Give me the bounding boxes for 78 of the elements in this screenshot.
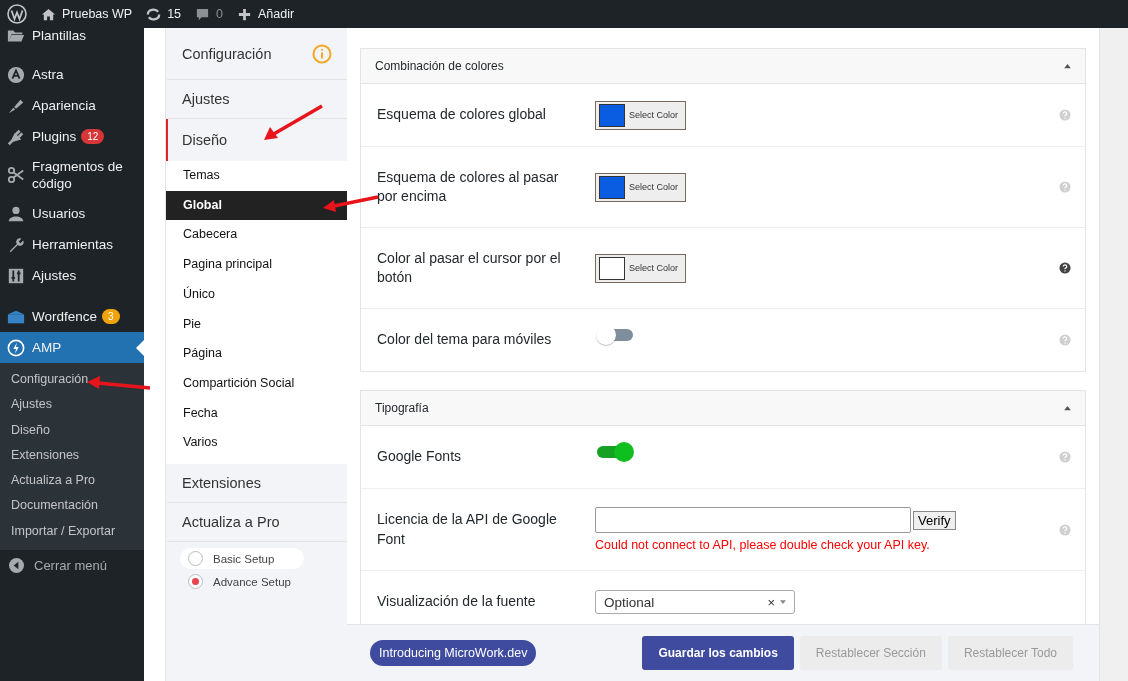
- count-badge: 12: [81, 129, 105, 144]
- color-picker-button[interactable]: Select Color: [595, 172, 686, 202]
- toggle-switch[interactable]: [595, 324, 635, 346]
- wordpress-logo-icon[interactable]: [7, 4, 27, 24]
- count-badge: 3: [102, 309, 120, 324]
- field-label: Esquema de colores global: [377, 105, 547, 125]
- sidebar-item[interactable]: Usuarios: [0, 198, 144, 229]
- options-subsection-item[interactable]: Pagina principal: [166, 250, 347, 280]
- sliders-icon: [7, 266, 25, 285]
- wrench-icon: [7, 235, 25, 254]
- options-subsection-item[interactable]: Pie: [166, 309, 347, 340]
- sidebar-item[interactable]: Astra: [0, 59, 144, 90]
- annotation-arrow: [86, 376, 152, 392]
- annotation-arrow: [322, 194, 380, 214]
- radio-button[interactable]: [188, 574, 203, 590]
- submenu-item[interactable]: Actualiza a Pro: [0, 468, 144, 494]
- field-label: Licencia de la API de Google Font: [377, 510, 558, 549]
- options-subsection-item[interactable]: Temas: [166, 161, 347, 191]
- options-subsection-item[interactable]: Cabecera: [166, 220, 347, 251]
- bolt-icon: [7, 338, 25, 357]
- sidebar-item[interactable]: Apariencia: [0, 90, 144, 121]
- field-label: Visualización de la fuente: [377, 592, 537, 612]
- submenu-item[interactable]: Configuración: [0, 367, 144, 393]
- collapse-menu-button[interactable]: Cerrar menú: [0, 550, 144, 582]
- api-key-input[interactable]: [595, 507, 911, 533]
- options-subsection-item[interactable]: Compartición Social: [166, 368, 347, 399]
- info-icon: [312, 43, 332, 64]
- sidebar-item[interactable]: Herramientas: [0, 229, 144, 260]
- annotation-arrow: [262, 103, 326, 143]
- toggle-switch[interactable]: [595, 441, 635, 463]
- new-link[interactable]: Añadir: [237, 6, 295, 22]
- radio-button[interactable]: [188, 551, 203, 567]
- submenu-item[interactable]: Documentación: [0, 493, 144, 519]
- dropdown-caret-icon: [780, 600, 786, 604]
- panel-title: Combinación de colores: [375, 59, 504, 73]
- verify-button[interactable]: Verify: [913, 510, 956, 530]
- submenu-item[interactable]: Importar / Exportar: [0, 518, 144, 545]
- plus-icon: [237, 6, 253, 22]
- color-picker-button[interactable]: Select Color: [595, 253, 686, 283]
- save-button[interactable]: Guardar los cambios: [642, 636, 794, 670]
- field-label: Color del tema para móviles: [377, 330, 553, 350]
- sidebar-item[interactable]: Plugins 12: [0, 121, 144, 152]
- options-subsection-item[interactable]: Global: [166, 190, 347, 221]
- sidebar-item[interactable]: Fragmentos de código: [0, 152, 144, 198]
- sidebar-item[interactable]: Plantillas: [0, 26, 144, 59]
- options-subsection-item[interactable]: Único: [166, 279, 347, 310]
- promo-button[interactable]: Introducing MicroWork.dev: [370, 640, 537, 666]
- submenu-item[interactable]: Ajustes: [0, 392, 144, 418]
- options-subsection-item[interactable]: Página: [166, 339, 347, 369]
- options-subsection-item[interactable]: Varios: [166, 428, 347, 459]
- panel-title: Tipografía: [375, 401, 429, 415]
- updates-link[interactable]: 15: [146, 6, 182, 22]
- setup-radio-option[interactable]: Advance Setup: [180, 571, 304, 593]
- panel-header[interactable]: Tipografía: [361, 391, 1085, 426]
- panel-header[interactable]: Combinación de colores: [361, 49, 1085, 84]
- submenu-item[interactable]: Extensiones: [0, 442, 144, 469]
- setup-radio-option[interactable]: Basic Setup: [180, 548, 304, 570]
- options-subsection-item[interactable]: Fecha: [166, 398, 347, 429]
- comment-icon: [195, 6, 211, 22]
- font-display-select[interactable]: Optional ×: [595, 590, 795, 614]
- home-icon: [41, 6, 56, 22]
- sidebar-item[interactable]: AMP: [0, 332, 144, 363]
- field-label: Esquema de colores al pasar por encima: [377, 167, 560, 206]
- sidebar-item[interactable]: Ajustes: [0, 260, 144, 291]
- user-icon: [7, 204, 25, 223]
- submenu-item[interactable]: Diseño: [0, 417, 144, 443]
- field-label: Google Fonts: [377, 447, 463, 467]
- plug-icon: [7, 127, 25, 146]
- sidebar-item[interactable]: Wordfence 3: [0, 301, 144, 332]
- site-link[interactable]: Pruebas WP: [41, 6, 133, 22]
- refresh-icon: [146, 6, 162, 22]
- field-label: Color al pasar el cursor por el botón: [377, 248, 562, 287]
- clear-icon[interactable]: ×: [767, 594, 775, 610]
- color-picker-button[interactable]: Select Color: [595, 100, 686, 130]
- scissors-icon: [7, 166, 25, 184]
- error-message: Could not connect to API, please double check your API key.: [595, 538, 931, 552]
- help-icon[interactable]: [1059, 262, 1071, 274]
- comments-link[interactable]: 0: [195, 6, 224, 22]
